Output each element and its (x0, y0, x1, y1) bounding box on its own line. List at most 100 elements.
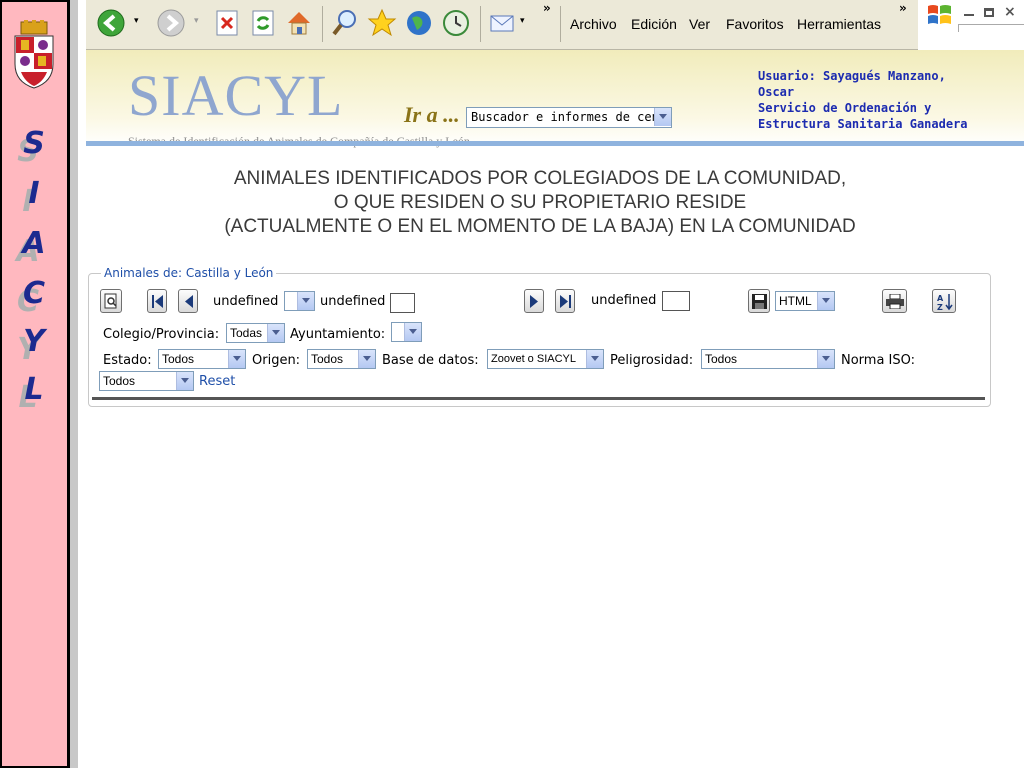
svg-text:A: A (937, 294, 944, 303)
restore-icon[interactable] (984, 8, 994, 17)
basedatos-label: Base de datos: (382, 353, 479, 368)
sort-az-icon: A Z (937, 294, 953, 311)
records-per-page-input[interactable] (662, 291, 690, 311)
page-title: ANIMALES IDENTIFICADOS POR COLEGIADOS DE… (140, 167, 940, 239)
menu-herramientas[interactable]: Herramientas (797, 16, 881, 32)
close-icon[interactable]: × (1004, 4, 1016, 20)
find-icon (104, 293, 117, 309)
title-line3: (ACTUALMENTE O EN EL MOMENTO DE LA BAJA)… (224, 216, 856, 237)
chevron-down-icon[interactable] (176, 372, 193, 390)
windows-logo-icon (928, 5, 951, 24)
search-icon[interactable] (330, 8, 360, 38)
menu-favoritos[interactable]: Favoritos (726, 16, 784, 32)
media-icon[interactable] (404, 8, 434, 38)
toolbar-separator (480, 6, 481, 42)
chevron-down-icon[interactable] (654, 108, 671, 126)
user-service-line2: Estructura Sanitaria Ganadera (758, 117, 968, 131)
ayuntamiento-label: Ayuntamiento: (290, 327, 386, 342)
chevron-down-icon[interactable] (267, 324, 284, 342)
basedatos-select[interactable]: Zoovet o SIACYL (487, 349, 604, 369)
chevron-down-icon[interactable] (228, 350, 245, 368)
chevron-down-icon[interactable] (297, 292, 314, 310)
svg-text:Z: Z (937, 303, 943, 311)
previous-page-icon (185, 295, 193, 308)
norma-iso-select[interactable]: Todos (99, 371, 194, 391)
filter-panel-legend: Animales de: Castilla y León (101, 266, 277, 280)
peligrosidad-select[interactable]: Todos (701, 349, 835, 369)
window-frame (958, 24, 1024, 32)
menu-ver[interactable]: Ver (689, 16, 710, 32)
header-divider (86, 141, 1024, 146)
goto-select-value: Buscador e informes de censo (471, 110, 672, 124)
printer-icon (886, 294, 904, 309)
estado-select[interactable]: Todos (158, 349, 246, 369)
chevron-down-icon[interactable] (404, 323, 421, 341)
chevron-down-icon[interactable] (817, 350, 834, 368)
last-page-button[interactable] (555, 289, 575, 313)
origen-label: Origen: (252, 353, 301, 368)
sort-button[interactable]: A Z (932, 289, 956, 313)
menu-archivo[interactable]: Archivo (570, 16, 617, 32)
menu-edicion[interactable]: Edición (631, 16, 677, 32)
sidebar-letter: L (24, 372, 44, 407)
colegio-select[interactable]: Todas (226, 323, 285, 343)
home-icon[interactable] (284, 8, 314, 38)
history-icon[interactable] (441, 8, 471, 38)
chevron-down-icon[interactable] (358, 350, 375, 368)
user-name-line1: Usuario: Sayagués Manzano, (758, 69, 946, 83)
toolbar-chevron-icon[interactable]: » (543, 1, 551, 15)
previous-page-button[interactable] (178, 289, 198, 313)
colegio-label: Colegio/Provincia: (103, 327, 220, 342)
sidebar-letter: S (23, 126, 45, 161)
siacyl-logo-text: SIACYL (128, 63, 344, 128)
menu-chevron-icon[interactable]: » (899, 1, 907, 15)
next-page-button[interactable] (524, 289, 544, 313)
colegio-value: Todas (230, 326, 263, 340)
page-select[interactable] (284, 291, 315, 311)
title-line1: ANIMALES IDENTIFICADOS POR COLEGIADOS DE… (233, 168, 847, 189)
basedatos-value: Zoovet o SIACYL (491, 353, 576, 365)
origen-value: Todos (311, 352, 344, 366)
pager-label: undefined (213, 294, 279, 309)
pager-label: undefined (591, 293, 657, 308)
save-disk-icon (752, 294, 767, 309)
norma-iso-label: Norma ISO: (841, 353, 916, 368)
search-records-button[interactable] (100, 289, 122, 313)
peligrosidad-label: Peligrosidad: (610, 353, 694, 368)
refresh-icon[interactable] (248, 8, 278, 38)
export-format-select[interactable]: HTML (775, 291, 835, 311)
minimize-icon[interactable] (964, 14, 974, 16)
last-page-icon (560, 295, 571, 308)
goto-select[interactable]: Buscador e informes de censo (466, 107, 672, 128)
sidebar-letter: I (28, 176, 40, 211)
toolbar-separator (560, 6, 561, 42)
pager-label: undefined (320, 294, 386, 309)
forward-icon[interactable] (156, 8, 186, 38)
user-service-line1: Servicio de Ordenación y (758, 101, 932, 115)
estado-label: Estado: (103, 353, 152, 368)
mail-icon[interactable] (488, 8, 518, 38)
title-line2: O QUE RESIDEN O SU PROPIETARIO RESIDE (333, 192, 747, 213)
mail-dropdown-icon[interactable]: ▾ (520, 16, 525, 26)
peligrosidad-value: Todos (705, 352, 738, 366)
page-header: SIACYL Sistema de Identificación de Anim… (86, 50, 1024, 148)
origen-select[interactable]: Todos (307, 349, 376, 369)
ayuntamiento-select[interactable] (391, 322, 422, 342)
print-button[interactable] (882, 289, 907, 313)
forward-dropdown-icon[interactable]: ▾ (194, 16, 199, 26)
toolbar-separator (322, 6, 323, 42)
panel-divider (92, 397, 985, 400)
reset-link[interactable]: Reset (199, 374, 235, 389)
page-number-input[interactable] (390, 293, 415, 313)
sidebar-letter: A (22, 226, 46, 261)
stop-icon[interactable] (212, 8, 242, 38)
first-page-button[interactable] (147, 289, 167, 313)
favorites-star-icon[interactable] (367, 8, 397, 38)
back-dropdown-icon[interactable]: ▾ (134, 16, 139, 26)
first-page-icon (152, 295, 163, 308)
back-icon[interactable] (96, 8, 126, 38)
browser-toolbar: ▾ ▾ ▾ » Archivo Edición Ver Favoritos He… (86, 0, 1024, 50)
chevron-down-icon[interactable] (817, 292, 834, 310)
export-button[interactable] (748, 289, 770, 313)
chevron-down-icon[interactable] (586, 350, 603, 368)
